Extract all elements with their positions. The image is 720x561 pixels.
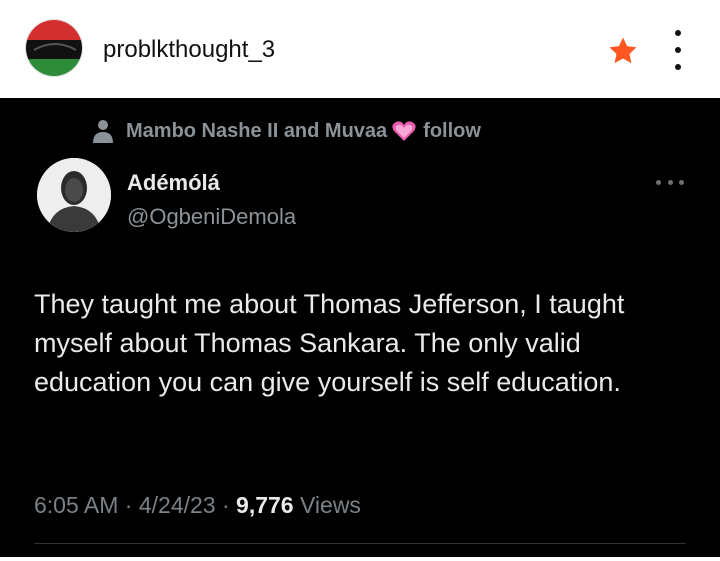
flag-avatar-image — [26, 20, 82, 76]
tweet-meta: 6:05 AM · 4/24/23 · 9,776 Views — [34, 492, 361, 519]
author-avatar[interactable] — [37, 158, 111, 232]
meta-separator: · — [124, 492, 133, 518]
more-horizontal-icon[interactable] — [656, 180, 684, 186]
post-username[interactable]: problkthought_3 — [103, 36, 275, 64]
star-icon[interactable] — [606, 34, 640, 68]
views-label: Views — [300, 492, 361, 518]
person-icon — [93, 120, 113, 143]
social-context-names[interactable]: Mambo Nashe II and Muvaa — [126, 120, 387, 143]
divider — [34, 543, 686, 544]
author-name[interactable]: Adémólá — [127, 170, 220, 196]
social-context: Mambo Nashe II and Muvaa follow — [92, 118, 481, 144]
tweet-text: They taught me about Thomas Jefferson, I… — [34, 289, 625, 397]
avatar[interactable] — [25, 19, 83, 77]
post-header: problkthought_3 — [0, 0, 720, 98]
sparkling-heart-icon — [392, 121, 416, 141]
tweet-card: Mambo Nashe II and Muvaa follow Adémólá … — [0, 98, 720, 557]
meta-separator: · — [221, 492, 230, 518]
social-context-action: follow — [423, 119, 481, 142]
tweet-time[interactable]: 6:05 AM — [34, 492, 118, 518]
more-vertical-icon[interactable] — [668, 30, 688, 70]
views-count: 9,776 — [236, 492, 294, 518]
author-handle[interactable]: @OgbeniDemola — [127, 204, 296, 230]
tweet-date[interactable]: 4/24/23 — [139, 492, 216, 518]
